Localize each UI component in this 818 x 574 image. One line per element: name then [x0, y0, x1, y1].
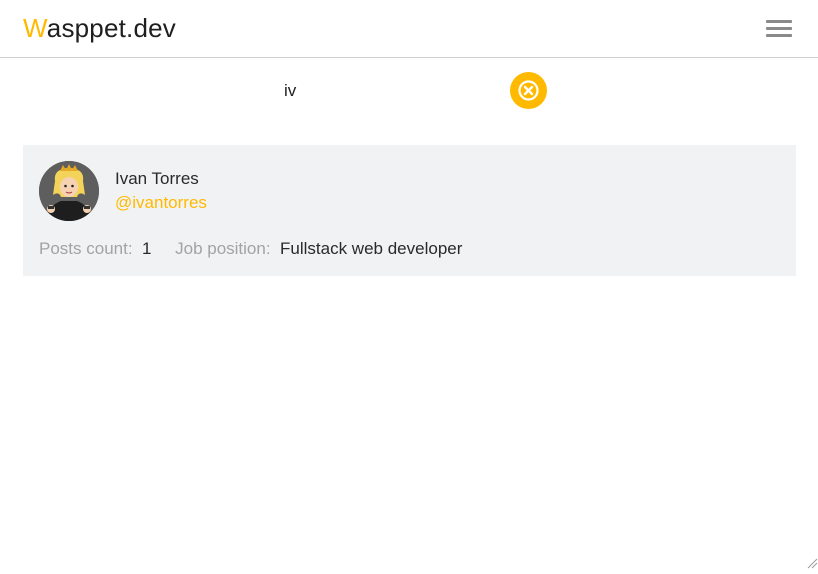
user-meta: Posts count: 1 Job position: Fullstack w…: [39, 239, 462, 259]
logo-initial: W: [23, 13, 47, 43]
posts-count-value: 1: [142, 239, 152, 258]
site-logo[interactable]: Wasppet.dev: [23, 13, 176, 44]
job-position-value: Fullstack web developer: [280, 239, 463, 258]
posts-count-label: Posts count:: [39, 239, 133, 258]
search-field-wrapper: [270, 72, 510, 110]
top-header: Wasppet.dev: [0, 0, 818, 58]
menu-bar: [766, 34, 792, 37]
job-position-label: Job position:: [175, 239, 271, 258]
user-name[interactable]: Ivan Torres: [115, 169, 199, 189]
logo-text: asppet.dev: [46, 13, 176, 43]
search-input[interactable]: [270, 72, 500, 110]
avatar-image: [39, 161, 99, 221]
clear-search-button[interactable]: [510, 72, 547, 109]
avatar[interactable]: [39, 161, 99, 221]
user-result-card[interactable]: Ivan Torres @ivantorres Posts count: 1 J…: [23, 145, 796, 276]
menu-bar: [766, 20, 792, 23]
resize-grip-icon[interactable]: [806, 556, 818, 569]
menu-bar: [766, 27, 792, 30]
user-handle[interactable]: @ivantorres: [115, 193, 207, 213]
hamburger-menu-icon[interactable]: [766, 20, 792, 38]
